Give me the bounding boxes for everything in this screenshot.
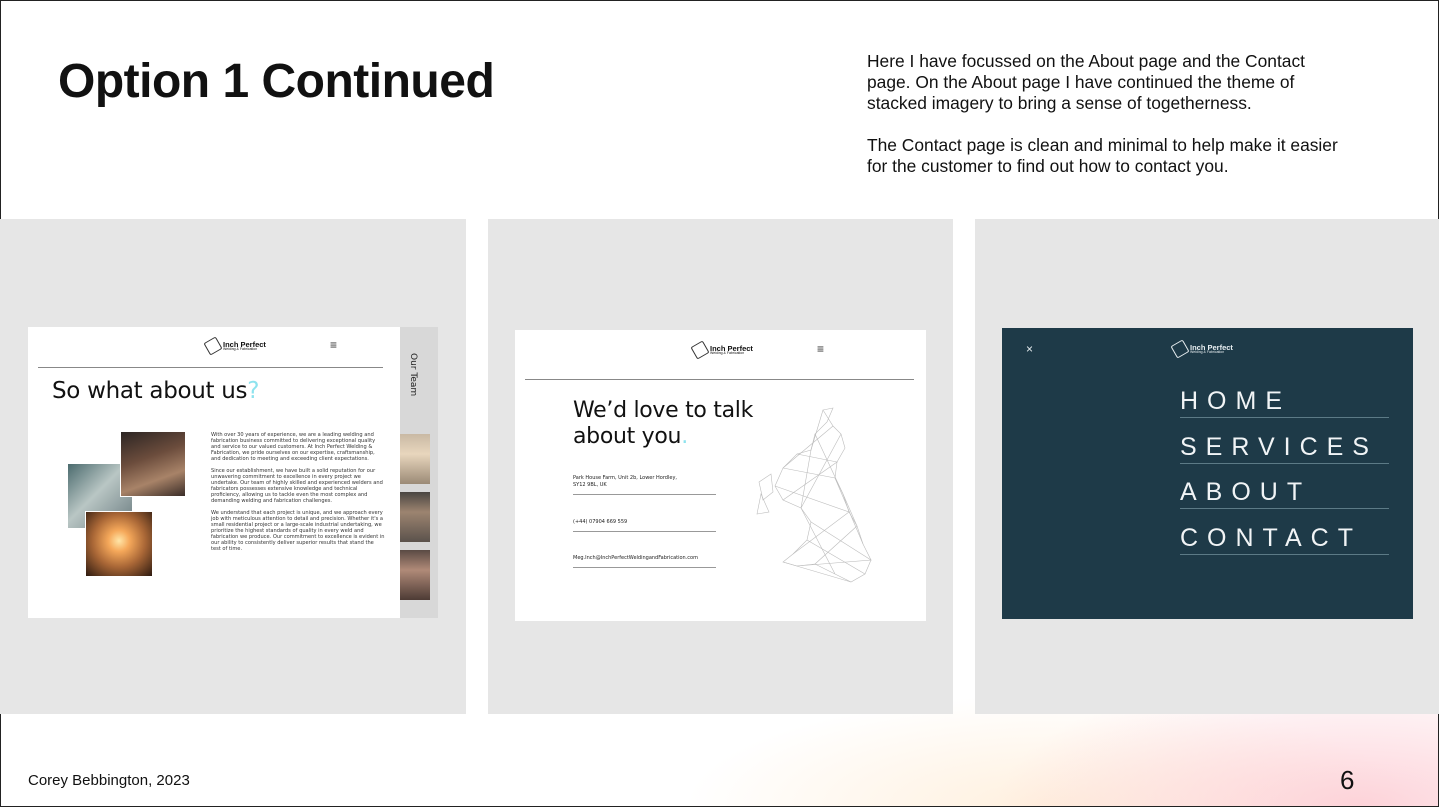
logo-tagline: Welding & Fabrication xyxy=(223,347,258,351)
contact-heading-line2: about you xyxy=(573,424,682,449)
about-heading-accent: ? xyxy=(247,378,260,404)
about-photo-meeting xyxy=(120,431,186,497)
close-icon[interactable]: × xyxy=(1026,342,1033,356)
logo-mark-icon xyxy=(1170,339,1190,359)
about-paragraph-1: With over 30 years of experience, we are… xyxy=(211,432,376,462)
phone-number: (+44) 07904 669 559 xyxy=(573,519,628,525)
logo-tagline: Welding & Fabrication xyxy=(1190,350,1225,354)
email-address: Meg.Inch@InchPerfectWeldingandFabricatio… xyxy=(573,555,698,561)
about-page-mockup: Inch Perfect Welding & Fabrication ≡ So … xyxy=(28,327,438,618)
menu-item-home[interactable]: HOME xyxy=(1180,386,1389,418)
slide-title: Option 1 Continued xyxy=(58,55,495,108)
menu-item-contact[interactable]: CONTACT xyxy=(1180,523,1389,555)
contact-heading-accent: . xyxy=(681,424,688,449)
about-heading-text: So what about us xyxy=(52,378,248,404)
phone-field[interactable]: (+44) 07904 669 559 xyxy=(573,519,716,532)
about-page-panel: Inch Perfect Welding & Fabrication ≡ So … xyxy=(0,219,466,714)
address-line-1: Park House Farm, Unit 2b, Lower Hordley, xyxy=(573,475,677,481)
footer-author: Corey Bebbington, 2023 xyxy=(28,772,190,789)
contact-page-panel: Inch Perfect Welding & Fabrication ≡ We’… xyxy=(488,219,953,714)
team-member-photo xyxy=(400,434,430,484)
menu-item-about[interactable]: ABOUT xyxy=(1180,477,1389,509)
address-field: Park House Farm, Unit 2b, Lower Hordley,… xyxy=(573,475,716,495)
header-divider xyxy=(38,367,383,368)
brand-logo: Inch Perfect Welding & Fabrication xyxy=(1170,339,1233,359)
header-divider xyxy=(525,379,914,380)
about-paragraph-3: We understand that each project is uniqu… xyxy=(211,510,385,552)
address-line-2: SY12 9BL, UK xyxy=(573,482,607,488)
our-team-label: Our Team xyxy=(408,353,418,397)
our-team-tab[interactable]: Our Team xyxy=(400,327,438,618)
navigation-menu-mockup: × Inch Perfect Welding & Fabrication HOM… xyxy=(1002,328,1413,619)
brand-logo: Inch Perfect Welding & Fabrication xyxy=(203,336,266,356)
page-number: 6 xyxy=(1340,765,1355,795)
description-paragraph-1: Here I have focussed on the About page a… xyxy=(867,51,1305,113)
logo-tagline: Welding & Fabrication xyxy=(710,351,745,355)
contact-heading-line1: We’d love to talk xyxy=(573,398,754,423)
menu-item-services[interactable]: SERVICES xyxy=(1180,432,1389,464)
logo-mark-icon xyxy=(203,336,223,356)
about-body-text: With over 30 years of experience, we are… xyxy=(211,432,385,558)
about-heading: So what about us? xyxy=(52,378,259,404)
logo-mark-icon xyxy=(690,340,710,360)
description-paragraph-2: The Contact page is clean and minimal to… xyxy=(867,135,1338,176)
contact-page-mockup: Inch Perfect Welding & Fabrication ≡ We’… xyxy=(515,330,926,621)
hamburger-menu-icon[interactable]: ≡ xyxy=(817,343,824,355)
about-paragraph-2: Since our establishment, we have built a… xyxy=(211,468,383,504)
team-member-photo xyxy=(400,550,430,600)
team-member-photo xyxy=(400,492,430,542)
slide-description: Here I have focussed on the About page a… xyxy=(867,51,1347,198)
brand-logo: Inch Perfect Welding & Fabrication xyxy=(690,340,753,360)
contact-heading: We’d love to talk about you. xyxy=(573,398,753,450)
about-photo-sunset-team xyxy=(85,511,153,577)
uk-map-graphic xyxy=(756,407,872,583)
menu-page-panel: × Inch Perfect Welding & Fabrication HOM… xyxy=(975,219,1439,714)
email-field[interactable]: Meg.Inch@InchPerfectWeldingandFabricatio… xyxy=(573,555,716,568)
hamburger-menu-icon[interactable]: ≡ xyxy=(330,339,337,351)
